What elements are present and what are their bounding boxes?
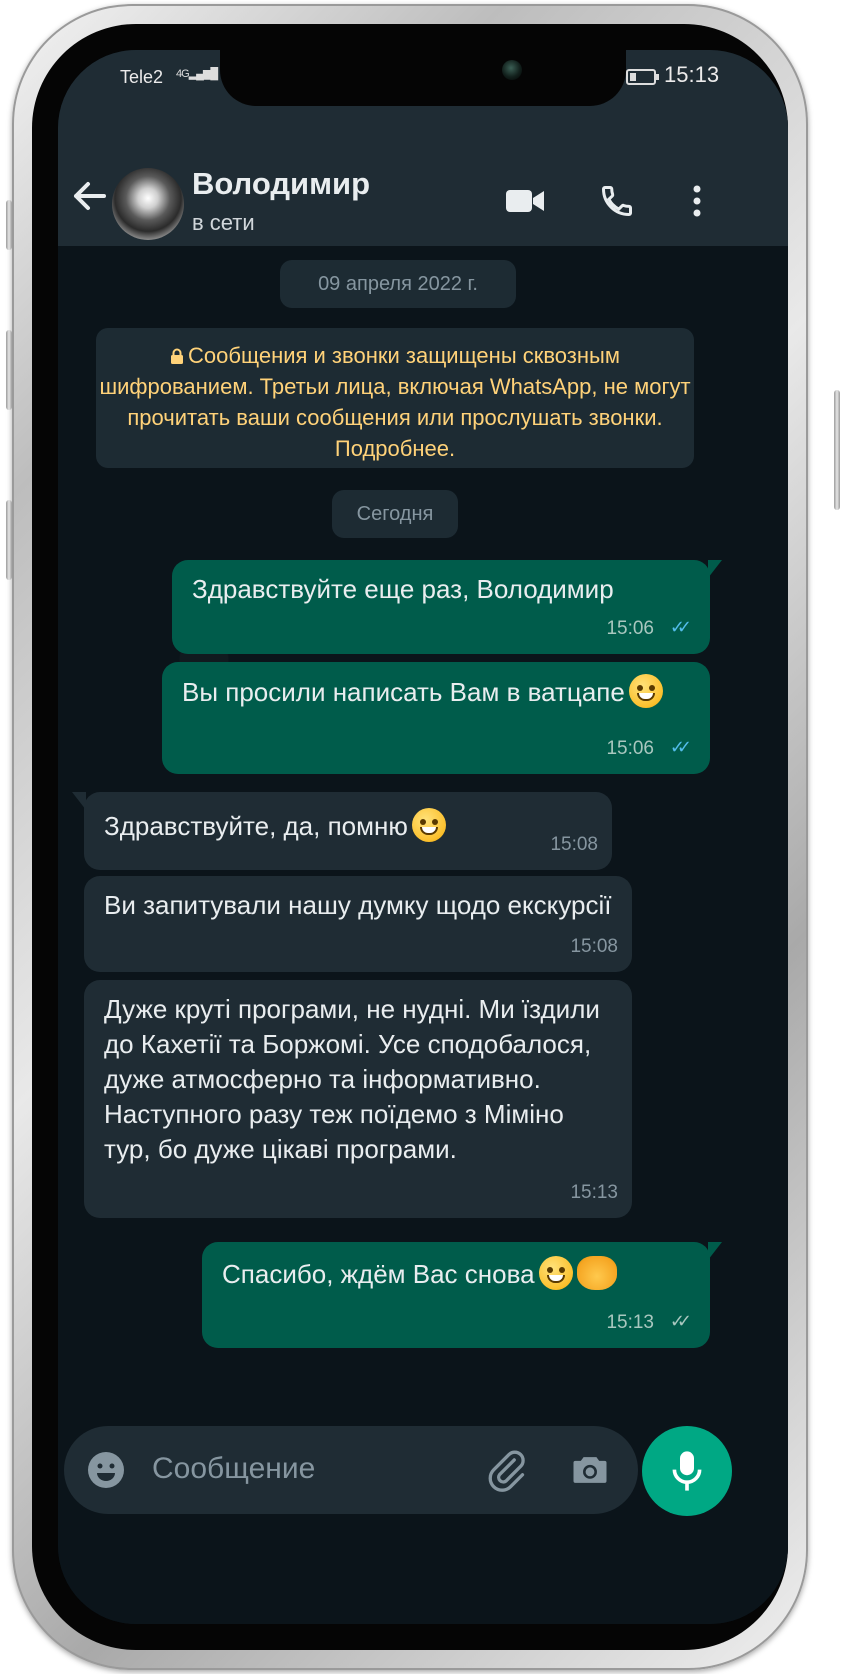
side-button [6,330,12,410]
read-receipt-icon: ✓✓ [669,737,692,757]
phone-icon[interactable] [596,180,638,222]
contact-name[interactable]: Володимир [192,166,370,202]
chat-header: Володимир в сети [58,106,788,246]
side-button [6,500,12,580]
avatar[interactable] [112,168,184,240]
message-text: Ви запитували нашу думку щодо екскурсії [104,890,612,920]
message-text: Здравствуйте еще раз, Володимир [192,574,614,604]
paperclip-icon[interactable] [484,1446,528,1494]
message-text: Дуже круті програми, не нудні. Ми їздили… [104,994,600,1164]
grin-emoji [411,808,446,842]
message-bubble-outgoing[interactable]: Здравствуйте еще раз, Володимир 15:06 ✓✓ [172,560,722,654]
delivered-receipt-icon: ✓✓ [669,1311,692,1331]
message-input[interactable]: Сообщение [152,1452,315,1486]
sweat-smile-emoji [628,674,663,708]
status-clock: 15:13 [664,62,720,87]
message-time: 15:13 [570,1182,618,1203]
contact-presence: в сети [192,210,255,235]
camera-icon[interactable] [568,1448,612,1492]
read-receipt-icon: ✓✓ [669,617,692,637]
message-text: Вы просили написать Вам в ватцапе [182,677,625,707]
message-text: Здравствуйте, да, помню [104,811,408,841]
network-type: 4G [176,68,190,80]
front-camera [502,60,522,80]
lock-icon [170,341,184,364]
more-vert-icon[interactable] [676,180,718,222]
wink-emoji [538,1256,573,1290]
side-button [834,390,840,510]
message-text: Спасибо, ждём Вас снова [222,1259,535,1289]
carrier-label: Tele2 [120,67,164,87]
message-time: 15:08 [570,936,618,957]
video-call-icon[interactable] [504,180,546,222]
battery-icon [626,69,659,85]
side-button [6,200,12,250]
smiley-icon[interactable] [86,1450,126,1490]
microphone-button[interactable] [642,1426,732,1516]
message-time: 15:13 [606,1312,654,1333]
message-composer[interactable]: Сообщение [64,1426,638,1514]
message-time: 15:06 [606,738,654,759]
today-chip: Сегодня [332,490,458,538]
encryption-notice[interactable]: Сообщения и звонки защищены сквозным шиф… [96,328,694,468]
message-bubble-outgoing[interactable]: Вы просили написать Вам в ватцапе 15:06 … [162,662,710,774]
microphone-icon [672,1451,702,1491]
message-bubble-incoming[interactable]: Здравствуйте, да, помню 15:08 [72,792,612,870]
chat-area[interactable]: 09 апреля 2022 г. Сообщения и звонки защ… [58,246,788,1624]
encryption-notice-text: Сообщения и звонки защищены сквозным шиф… [99,343,691,461]
message-time: 15:08 [550,834,598,855]
signal-indicator: 4G▂▄▆█ [176,68,218,80]
back-arrow-icon[interactable] [68,176,108,216]
message-bubble-incoming[interactable]: Ви запитували нашу думку щодо екскурсії … [84,876,632,972]
message-bubble-outgoing[interactable]: Спасибо, ждём Вас снова 15:13 ✓✓ [202,1242,722,1348]
message-bubble-incoming[interactable]: Дуже круті програми, не нудні. Ми їздили… [84,980,632,1218]
notch [220,50,626,106]
phone-screen: Tele2 4G▂▄▆█ 15:13 Володимир в сети 09 а… [58,50,788,1624]
handshake-emoji [576,1256,617,1290]
message-time: 15:06 [606,618,654,639]
date-chip: 09 апреля 2022 г. [280,260,516,308]
